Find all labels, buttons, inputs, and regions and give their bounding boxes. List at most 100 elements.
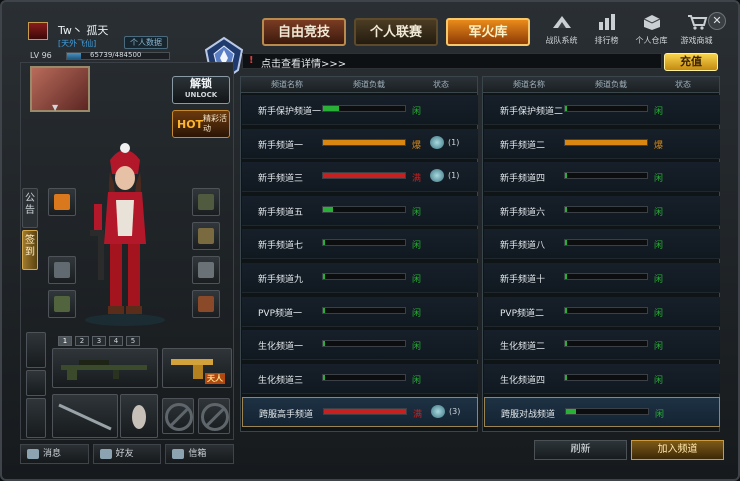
channel-status: 闲 xyxy=(412,107,422,117)
equip-slot-gloves[interactable] xyxy=(192,256,220,284)
channel-load-fill xyxy=(323,106,340,111)
throwable-weapon-slot[interactable] xyxy=(120,394,158,438)
join-channel-button[interactable]: 加入频道 xyxy=(631,440,724,460)
weapon-bag-tab-3[interactable]: 3 xyxy=(92,336,106,346)
channel-row[interactable]: 新手频道五 闲 xyxy=(242,195,478,226)
channel-name: 生化频道二 xyxy=(500,342,546,353)
melee-weapon-slot[interactable] xyxy=(52,394,118,438)
emblem-icon xyxy=(54,194,70,210)
channel-load-bar xyxy=(322,306,406,314)
friend-count: (3) xyxy=(449,407,461,417)
equip-slot-emblem[interactable] xyxy=(48,188,76,216)
recharge-button[interactable]: 充值 xyxy=(664,53,718,71)
warehouse-icon xyxy=(643,15,660,30)
primary-weapon-slot[interactable] xyxy=(52,348,158,388)
col-channel-name: 频道名称 xyxy=(271,80,303,89)
channel-load-bar xyxy=(323,408,407,416)
friend-count: (1) xyxy=(448,171,460,181)
empty-slot-2[interactable] xyxy=(198,398,230,434)
helmet-icon xyxy=(198,194,214,210)
player-name: Tw丶 孤天 xyxy=(58,24,109,37)
channel-load-bar xyxy=(322,273,406,280)
nav-ranking[interactable]: 排行榜 xyxy=(584,14,629,48)
equip-slot-helmet[interactable] xyxy=(192,188,220,216)
channel-row[interactable]: PVP频道一 闲 xyxy=(242,296,478,327)
channel-row[interactable]: 跨服对战频道 闲 xyxy=(484,397,720,428)
channel-row[interactable]: 生化频道二 闲 xyxy=(484,330,720,361)
notice-bar[interactable]: ! 点击查看详情>>> xyxy=(242,53,662,70)
refresh-button[interactable]: 刷新 xyxy=(534,440,627,460)
nav-team-label: 战队系统 xyxy=(545,36,578,45)
channel-name: 新手频道五 xyxy=(258,207,304,218)
channel-row[interactable]: 新手频道三 满 (1) xyxy=(242,162,478,193)
personal-data-button[interactable]: 个人数据 xyxy=(124,36,168,49)
message-button[interactable]: 消息 xyxy=(20,444,89,464)
channel-name: 新手频道四 xyxy=(500,174,546,185)
channel-load-fill xyxy=(324,409,406,415)
channel-row[interactable]: 生化频道三 闲 xyxy=(242,363,478,394)
nav-ranking-label: 排行榜 xyxy=(594,36,619,45)
avatar[interactable] xyxy=(30,66,90,112)
channel-load-bar xyxy=(322,205,406,213)
channel-load-bar xyxy=(564,306,648,314)
channel-row[interactable]: 新手保护频道二 闲 xyxy=(484,95,720,125)
weapon-bag-tab-4[interactable]: 4 xyxy=(109,336,123,346)
channel-status: 满 xyxy=(413,410,423,421)
ranking-icon xyxy=(598,14,615,30)
channel-load-fill xyxy=(565,341,567,347)
avatar-dropdown-icon[interactable]: ▼ xyxy=(52,103,58,112)
channel-status: 闲 xyxy=(654,275,664,285)
side-tab-announcement[interactable]: 公告 xyxy=(22,188,38,228)
grenade-icon xyxy=(54,296,70,312)
channel-load-bar xyxy=(564,205,648,213)
equip-slot-grenade[interactable] xyxy=(48,290,76,318)
channel-row[interactable]: 跨服高手频道 满 (3) xyxy=(242,397,478,428)
vest-icon xyxy=(198,228,214,244)
unlock-button[interactable]: 解锁 UNLOCK xyxy=(172,76,230,104)
channel-name: 跨服高手频道 xyxy=(259,410,314,421)
channel-load-bar xyxy=(564,239,648,247)
channel-row[interactable]: 新手频道四 闲 xyxy=(484,162,720,193)
channel-load-bar xyxy=(564,273,648,280)
unlock-en-label: UNLOCK xyxy=(184,91,218,99)
channel-row[interactable]: 生化频道四 闲 xyxy=(484,363,720,394)
weapon-side-slot-1[interactable] xyxy=(26,332,46,368)
nav-team-system[interactable]: 战队系统 xyxy=(539,14,584,48)
equip-slot-boots[interactable] xyxy=(192,290,220,318)
player-level: LV 96 xyxy=(30,51,52,60)
weapon-bag-tab-2[interactable]: 2 xyxy=(75,336,89,346)
channel-row[interactable]: 生化频道一 闲 xyxy=(242,330,478,361)
channel-row[interactable]: 新手频道七 闲 xyxy=(242,229,478,260)
channel-status: 闲 xyxy=(654,308,664,319)
throwable-weapon-icon xyxy=(132,405,146,429)
pistol-slot[interactable]: 天人 xyxy=(162,348,232,388)
weapon-side-slot-2[interactable] xyxy=(26,370,46,396)
channel-load-fill xyxy=(565,173,567,179)
channel-row[interactable]: 新手频道六 闲 xyxy=(484,195,720,226)
hot-event-button[interactable]: HOT 精彩活动 xyxy=(172,110,230,138)
tab-free-battle[interactable]: 自由竞技 xyxy=(262,18,346,46)
nav-warehouse[interactable]: 个人仓库 xyxy=(629,14,674,48)
channel-row[interactable]: PVP频道二 闲 xyxy=(484,296,720,327)
channel-row[interactable]: 新手频道一 爆 (1) xyxy=(242,128,478,159)
equip-slot-knife[interactable] xyxy=(48,256,76,284)
side-tab-signin[interactable]: 签到 xyxy=(22,230,38,270)
equip-slot-vest[interactable] xyxy=(192,222,220,250)
channel-row[interactable]: 新手频道八 闲 xyxy=(484,229,720,260)
channel-row[interactable]: 新手频道十 闲 xyxy=(484,263,720,293)
weapon-bag-tab-1[interactable]: 1 xyxy=(58,336,72,346)
channel-row[interactable]: 新手频道九 闲 xyxy=(242,263,478,293)
empty-slot-1[interactable] xyxy=(162,398,194,434)
channel-row[interactable]: 新手保护频道一 闲 xyxy=(242,95,478,125)
weapon-bag-tab-5[interactable]: 5 xyxy=(126,336,140,346)
mail-button[interactable]: 信箱 xyxy=(165,444,235,464)
weapon-side-slot-3[interactable] xyxy=(26,398,46,438)
friends-button[interactable]: 好友 xyxy=(92,444,162,464)
channel-row[interactable]: 新手频道二 爆 xyxy=(484,128,720,159)
tab-armory[interactable]: 军火库 xyxy=(446,18,530,46)
tab-personal-league[interactable]: 个人联赛 xyxy=(354,18,438,46)
channel-load-fill xyxy=(565,374,567,380)
empty-slot-icon xyxy=(201,403,229,431)
close-button[interactable]: ✕ xyxy=(708,12,726,30)
message-label: 消息 xyxy=(43,449,62,459)
